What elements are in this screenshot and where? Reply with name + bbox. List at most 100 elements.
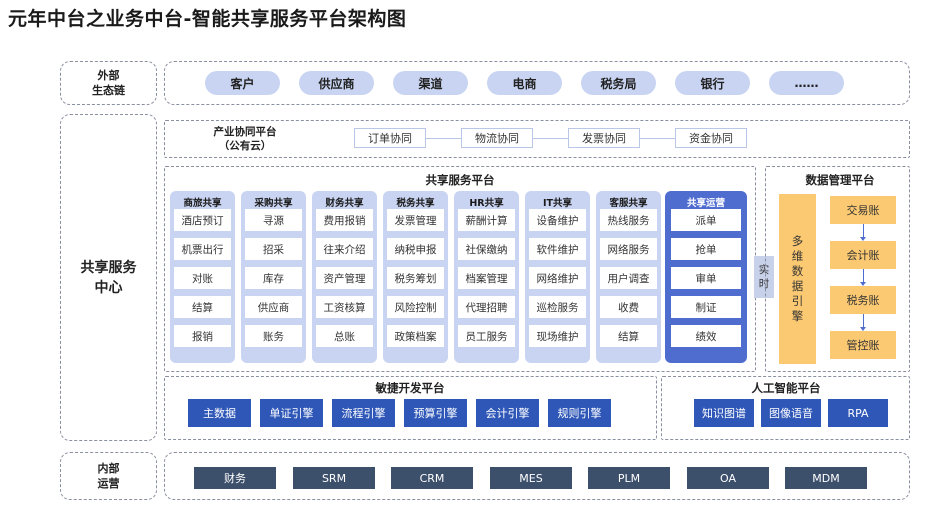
shared-column-cell: 发票管理: [387, 209, 444, 231]
shared-column-cell: 网络服务: [600, 238, 657, 260]
agile-engine-button: 主数据: [188, 399, 251, 427]
industry-label: 产业协同平台 （公有云）: [190, 124, 300, 154]
shared-column-cell: 档案管理: [458, 267, 515, 289]
industry-item: 资金协同: [675, 128, 747, 148]
shared-column-cell: 工资核算: [316, 296, 373, 318]
agile-engine-button: 会计引擎: [476, 399, 539, 427]
page-title: 元年中台之业务中台-智能共享服务平台架构图: [8, 8, 407, 30]
center-label-line2: 中心: [94, 279, 123, 296]
shared-column: 客服共享 热线服务网络服务用户调查收费结算: [596, 191, 661, 363]
shared-column-cell: 政策档案: [387, 325, 444, 347]
external-pill: 银行: [675, 71, 750, 95]
shared-column: 税务共享 发票管理 纳税申报 税务筹划 风险控制 政策档案: [383, 191, 448, 363]
external-pill: 电商: [487, 71, 562, 95]
shared-column-cell: 供应商: [245, 296, 302, 318]
shared-column-cell: 招采: [245, 238, 302, 260]
external-pill: 渠道: [393, 71, 468, 95]
shared-column-cell: 寻源: [245, 209, 302, 231]
shared-column-cell: 库存: [245, 267, 302, 289]
ai-platform-button: RPA: [828, 399, 888, 427]
internal-label-box: 内部 运营: [60, 452, 157, 500]
ai-platform-button: 知识图谱: [694, 399, 754, 427]
down-arrow-line: [863, 269, 864, 282]
engine-label-char: 擎: [791, 309, 804, 323]
external-pill: 供应商: [299, 71, 374, 95]
ai-platform-button: 图像语音: [761, 399, 821, 427]
account-box: 税务账: [830, 286, 896, 314]
industry-item: 发票协同: [568, 128, 640, 148]
external-pill: 客户: [205, 71, 280, 95]
operations-column-header: 共享运营: [686, 198, 725, 209]
external-label-box: 外部 生态链: [60, 61, 157, 105]
external-label-line1: 外部: [97, 69, 120, 82]
internal-system-button: SRM: [293, 467, 375, 489]
shared-column-header: 客服共享: [609, 198, 648, 209]
shared-column-cell: 软件维护: [529, 238, 586, 260]
shared-column-cell: 薪酬计算: [458, 209, 515, 231]
shared-column: 商旅共享 酒店预订机票出行对账结算报销: [170, 191, 235, 363]
account-box: 交易账: [830, 196, 896, 224]
industry-label-line2: （公有云）: [218, 140, 272, 152]
shared-column-cell: 费用报销: [316, 209, 373, 231]
shared-column-header: IT共享: [542, 198, 572, 209]
account-box: 管控账: [830, 331, 896, 359]
shared-column-cell: 现场维护: [529, 325, 586, 347]
shared-column: 采购共享 寻源 招采 库存 供应商 账务: [241, 191, 306, 363]
shared-column-cell: 风险控制: [387, 296, 444, 318]
operations-column: 共享运营 派单 抢单 审单 制证 绩效: [665, 191, 747, 363]
shared-column-cell: 报销: [174, 325, 231, 347]
shared-column: HR共享 薪酬计算社保缴纳档案管理代理招聘员工服务: [454, 191, 519, 363]
account-box: 会计账: [830, 241, 896, 269]
internal-system-button: PLM: [588, 467, 670, 489]
internal-system-button: OA: [687, 467, 769, 489]
shared-column: IT共享 设备维护软件维护网络维护巡检服务现场维护: [525, 191, 590, 363]
internal-system-button: MES: [490, 467, 572, 489]
industry-item: 订单协同: [354, 128, 426, 148]
internal-label-line1: 内部: [97, 462, 120, 475]
external-label-line2: 生态链: [92, 84, 125, 97]
shared-column-cell: 用户调查: [600, 267, 657, 289]
shared-column-header: 商旅共享: [183, 198, 222, 209]
shared-column-cell: 员工服务: [458, 325, 515, 347]
engine-label-char: 据: [791, 279, 804, 293]
shared-column-cell: 纳税申报: [387, 238, 444, 260]
industry-label-line1: 产业协同平台: [213, 126, 277, 138]
shared-column-cell: 热线服务: [600, 209, 657, 231]
shared-column-cell: 总账: [316, 325, 373, 347]
operations-column-cell: 派单: [671, 209, 741, 231]
shared-column-header: 采购共享: [254, 198, 293, 209]
shared-column-cell: 设备维护: [529, 209, 586, 231]
down-arrow-line: [863, 314, 864, 327]
shared-column: 财务共享 费用报销 往来介绍 资产管理 工资核算 总账: [312, 191, 377, 363]
shared-platform-title: 共享服务平台: [425, 173, 495, 187]
shared-column-cell: 收费: [600, 296, 657, 318]
shared-column-cell: 巡检服务: [529, 296, 586, 318]
external-pill: ……: [769, 71, 844, 95]
shared-column-cell: 对账: [174, 267, 231, 289]
agile-engine-button: 预算引擎: [404, 399, 467, 427]
shared-column-cell: 社保缴纳: [458, 238, 515, 260]
engine-label-char: 引: [791, 294, 804, 308]
shared-column-cell: 往来介绍: [316, 238, 373, 260]
multi-dim-data-engine: 多维数据引擎: [779, 194, 816, 364]
center-label-box: 共享服务 中心: [60, 114, 157, 441]
engine-label-char: 数: [791, 264, 804, 278]
down-arrow-line: [863, 224, 864, 237]
internal-label-line2: 运营: [97, 477, 120, 490]
shared-column-cell: 代理招聘: [458, 296, 515, 318]
shared-column-cell: 结算: [174, 296, 231, 318]
operations-column-cell: 审单: [671, 267, 741, 289]
shared-column-cell: 网络维护: [529, 267, 586, 289]
shared-column-header: 财务共享: [325, 198, 364, 209]
shared-column-cell: 结算: [600, 325, 657, 347]
shared-column-cell: 酒店预订: [174, 209, 231, 231]
industry-connector: [395, 138, 715, 139]
shared-column-header: HR共享: [469, 198, 504, 209]
operations-column-cell: 绩效: [671, 325, 741, 347]
ai-platform-title: 人工智能平台: [751, 381, 821, 395]
data-platform-title: 数据管理平台: [805, 173, 875, 187]
internal-system-button: CRM: [391, 467, 473, 489]
shared-column-cell: 机票出行: [174, 238, 231, 260]
agile-platform-title: 敏捷开发平台: [375, 381, 445, 395]
center-label-line1: 共享服务: [80, 259, 137, 276]
